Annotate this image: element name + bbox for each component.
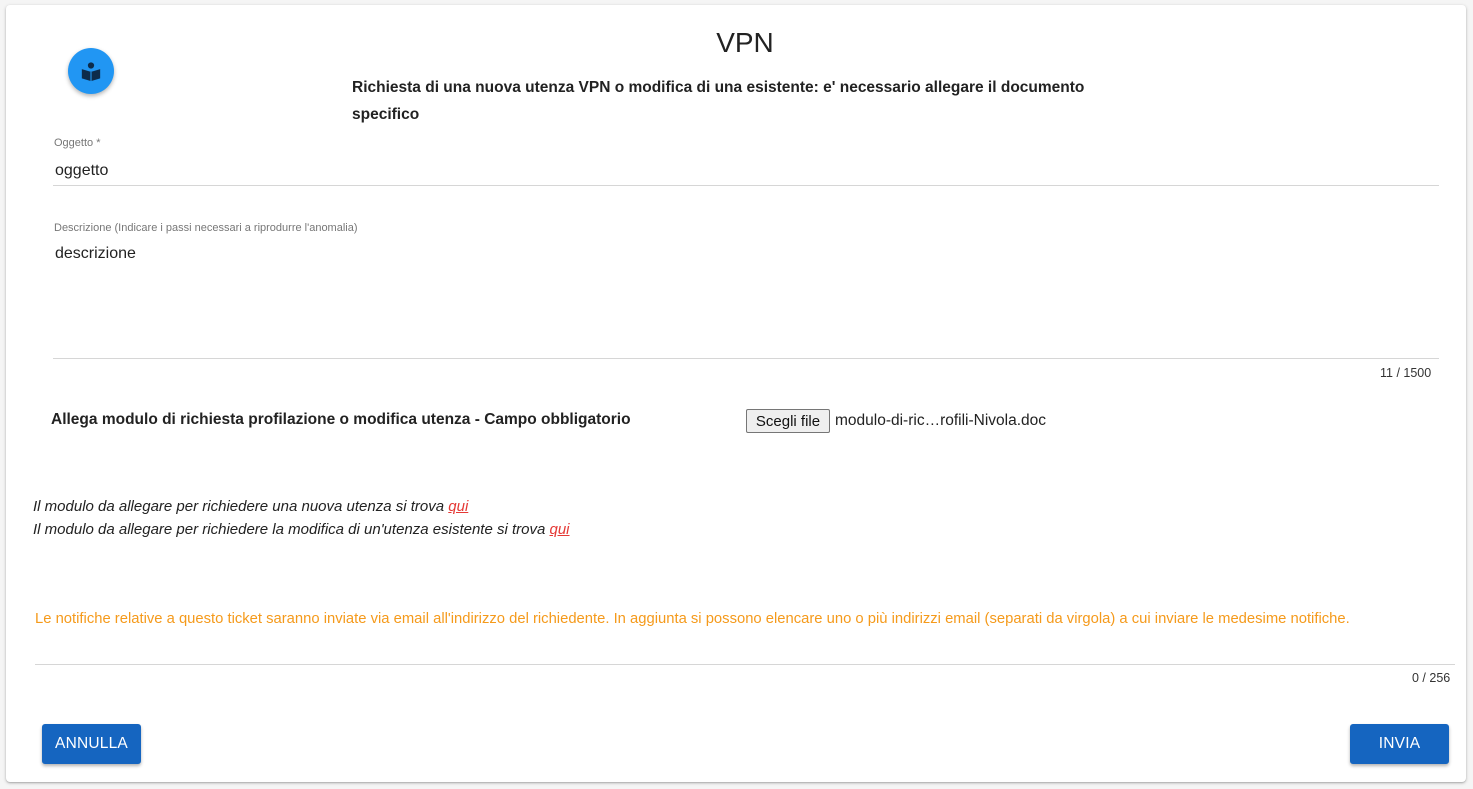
info-new-user: Il modulo da allegare per richiedere una… (33, 498, 468, 515)
oggetto-label: Oggetto * (54, 137, 101, 149)
page-subtitle: Richiesta di una nuova utenza VPN o modi… (352, 79, 1085, 123)
submit-button[interactable]: INVIA (1350, 724, 1449, 764)
notifications-label: Le notifiche relative a questo ticket sa… (35, 611, 1350, 627)
modify-user-module-link[interactable]: qui (550, 521, 570, 538)
oggetto-underline (53, 185, 1439, 186)
notification-emails-input[interactable] (35, 638, 1453, 660)
attachment-label: Allega modulo di richiesta profilazione … (51, 411, 631, 428)
notifications-underline (35, 664, 1455, 665)
vpn-request-form-card: VPN Richiesta di una nuova utenza VPN o … (6, 5, 1466, 782)
oggetto-input[interactable] (55, 160, 1435, 182)
descrizione-textarea[interactable]: descrizione (55, 245, 1435, 353)
choose-file-button[interactable]: Scegli file (746, 409, 830, 433)
info-modify-user: Il modulo da allegare per richiedere la … (33, 521, 570, 538)
notifications-counter: 0 / 256 (1412, 671, 1451, 685)
info-new-user-text: Il modulo da allegare per richiedere una… (33, 498, 445, 515)
descrizione-label: Descrizione (Indicare i passi necessari … (54, 222, 358, 234)
descrizione-counter: 11 / 1500 (1380, 366, 1432, 380)
page-title: VPN (716, 27, 774, 58)
info-modify-user-text: Il modulo da allegare per richiedere la … (33, 521, 546, 538)
cancel-button[interactable]: ANNULLA (42, 724, 141, 764)
descrizione-underline (53, 358, 1439, 359)
new-user-module-link[interactable]: qui (448, 498, 468, 515)
selected-file-name: modulo-di-ric…rofili-Nivola.doc (835, 412, 1047, 429)
